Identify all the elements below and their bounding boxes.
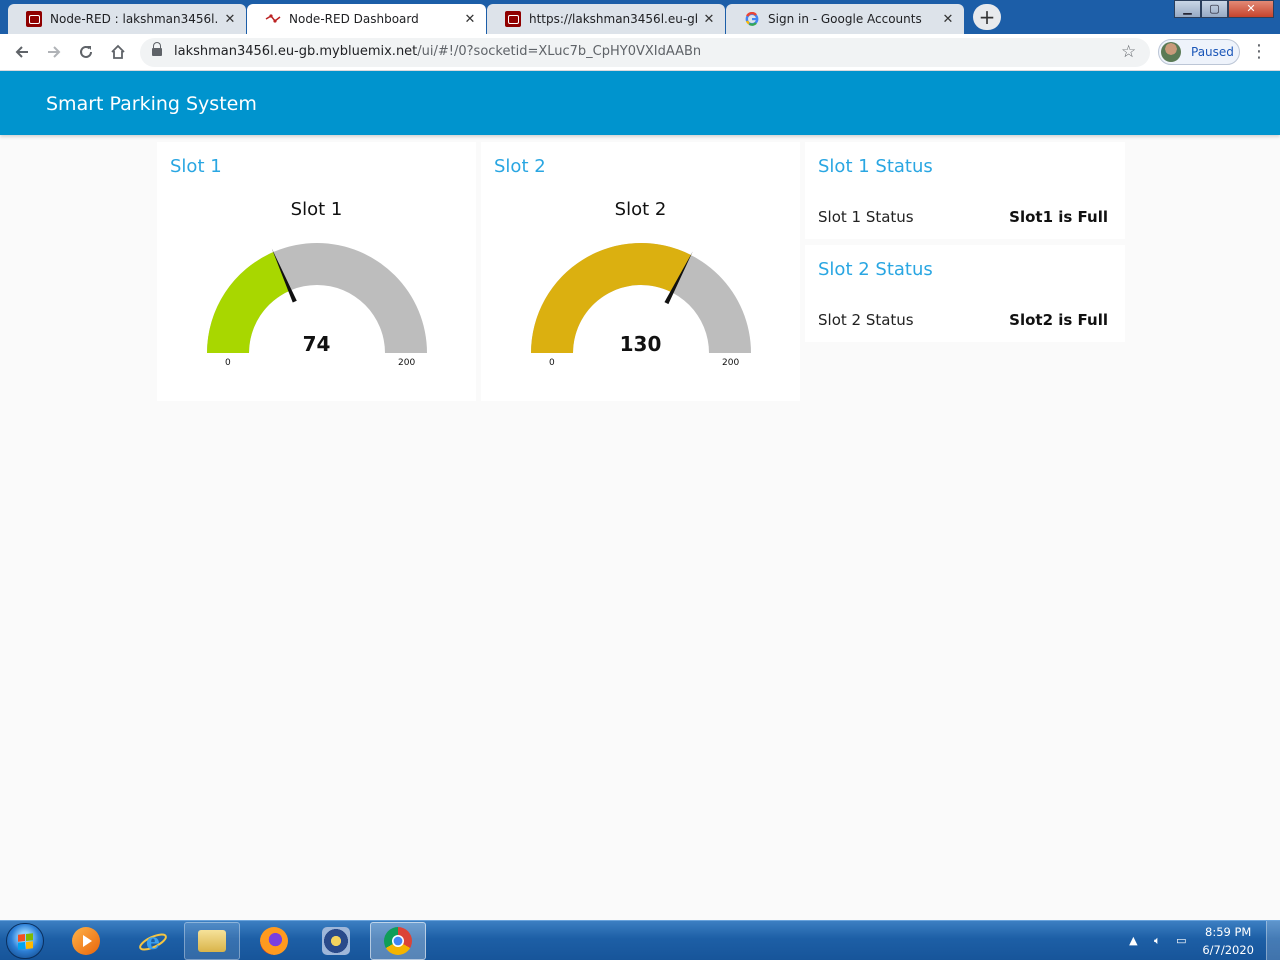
url-host: lakshman3456l.eu-gb.mybluemix.net bbox=[174, 44, 418, 59]
profile-button[interactable]: Paused bbox=[1158, 39, 1240, 65]
browser-tab-node-red-editor[interactable]: Node-RED : lakshman3456l.eu-gb ✕ bbox=[8, 4, 246, 34]
network-icon[interactable]: ▭ bbox=[1174, 934, 1188, 948]
taskbar-media-center[interactable] bbox=[308, 922, 364, 960]
gauge-min-label: 0 bbox=[549, 358, 555, 368]
gauge-card-slot-1: Slot 1 Slot 1 74 0 200 bbox=[157, 142, 476, 401]
clock-date: 6/7/2020 bbox=[1202, 943, 1254, 957]
taskbar-file-explorer[interactable] bbox=[184, 922, 240, 960]
gauge-max-label: 200 bbox=[722, 358, 740, 368]
close-window-button[interactable]: ✕ bbox=[1228, 0, 1274, 18]
browser-tab-strip: Node-RED : lakshman3456l.eu-gb ✕ Node-RE… bbox=[0, 0, 1280, 34]
maximize-window-button[interactable]: ▢ bbox=[1201, 0, 1228, 18]
back-arrow-icon bbox=[15, 46, 28, 58]
system-clock[interactable]: 8:59 PM 6/7/2020 bbox=[1202, 923, 1254, 959]
forward-button[interactable] bbox=[42, 40, 66, 64]
browser-tab-node-red-url[interactable]: https://lakshman3456l.eu-gb.myb ✕ bbox=[487, 4, 725, 34]
volume-icon[interactable]: 🔈︎ bbox=[1150, 934, 1164, 948]
avatar bbox=[1161, 42, 1181, 62]
taskbar-chrome[interactable] bbox=[370, 922, 426, 960]
start-button[interactable] bbox=[6, 923, 44, 959]
media-center-icon bbox=[322, 927, 350, 955]
tab-title: Node-RED Dashboard bbox=[289, 12, 419, 26]
tab-title: Sign in - Google Accounts bbox=[768, 12, 922, 26]
clock-time: 8:59 PM bbox=[1205, 925, 1252, 939]
taskbar-firefox[interactable] bbox=[246, 922, 302, 960]
status-value: Slot2 is Full bbox=[1009, 311, 1108, 329]
close-tab-icon[interactable]: ✕ bbox=[462, 12, 478, 27]
close-tab-icon[interactable]: ✕ bbox=[222, 12, 238, 27]
node-red-icon bbox=[505, 11, 521, 27]
profile-status: Paused bbox=[1191, 45, 1234, 59]
status-card-slot-2: Slot 2 Status Slot 2 Status Slot2 is Ful… bbox=[805, 245, 1125, 342]
firefox-icon bbox=[260, 927, 288, 955]
tab-title: Node-RED : lakshman3456l.eu-gb bbox=[50, 12, 218, 26]
taskbar-media-player[interactable] bbox=[58, 922, 114, 960]
close-tab-icon[interactable]: ✕ bbox=[940, 12, 956, 27]
gauge-min-label: 0 bbox=[225, 358, 231, 368]
status-card-slot-1: Slot 1 Status Slot 1 Status Slot1 is Ful… bbox=[805, 142, 1125, 239]
browser-toolbar: lakshman3456l.eu-gb.mybluemix.net/ui/#!/… bbox=[0, 34, 1280, 71]
status-label: Slot 2 Status bbox=[818, 311, 914, 329]
google-icon bbox=[744, 11, 760, 27]
page-title: Smart Parking System bbox=[46, 93, 257, 115]
file-explorer-icon bbox=[198, 930, 226, 952]
minimize-window-button[interactable]: ▁ bbox=[1174, 0, 1201, 18]
browser-tab-dashboard[interactable]: Node-RED Dashboard ✕ bbox=[247, 4, 486, 34]
lock-icon bbox=[152, 42, 162, 58]
gauge-card-slot-2: Slot 2 Slot 2 130 0 200 bbox=[481, 142, 800, 401]
group-title: Slot 1 Status bbox=[818, 156, 933, 177]
back-button[interactable] bbox=[10, 40, 34, 64]
window-controls: ▁ ▢ ✕ bbox=[1174, 0, 1274, 18]
forward-arrow-icon bbox=[48, 46, 61, 58]
internet-explorer-icon: e bbox=[138, 927, 167, 955]
gauge-max-label: 200 bbox=[398, 358, 416, 368]
reload-button[interactable] bbox=[74, 40, 98, 64]
windows-media-player-icon bbox=[72, 927, 100, 955]
browser-tab-google-signin[interactable]: Sign in - Google Accounts ✕ bbox=[726, 4, 964, 34]
bookmark-star-icon[interactable]: ☆ bbox=[1121, 42, 1136, 62]
windows-logo-icon bbox=[18, 933, 33, 950]
new-tab-button[interactable]: + bbox=[973, 4, 1001, 30]
node-red-icon bbox=[26, 11, 42, 27]
taskbar-internet-explorer[interactable]: e bbox=[124, 922, 180, 960]
home-icon bbox=[111, 44, 125, 59]
svg-text:e: e bbox=[146, 929, 160, 955]
dashboard-header: Smart Parking System bbox=[0, 71, 1280, 135]
windows-taskbar: e ▲ 🔈︎ ▭ 8:59 PM 6/7/2020 bbox=[0, 920, 1280, 960]
tab-title: https://lakshman3456l.eu-gb.myb bbox=[529, 12, 697, 26]
system-tray: ▲ 🔈︎ ▭ 8:59 PM 6/7/2020 bbox=[1126, 921, 1254, 960]
browser-menu-icon[interactable]: ⋮ bbox=[1250, 41, 1268, 63]
gauge-slot-2 bbox=[531, 243, 751, 353]
gauge-value: 74 bbox=[302, 332, 331, 356]
close-tab-icon[interactable]: ✕ bbox=[701, 12, 717, 27]
url-text: lakshman3456l.eu-gb.mybluemix.net/ui/#!/… bbox=[174, 44, 701, 59]
node-red-dashboard-icon bbox=[265, 11, 281, 27]
address-bar[interactable]: lakshman3456l.eu-gb.mybluemix.net/ui/#!/… bbox=[140, 38, 1150, 67]
gauge-value: 130 bbox=[619, 332, 662, 356]
status-label: Slot 1 Status bbox=[818, 208, 914, 226]
show-hidden-icons-icon[interactable]: ▲ bbox=[1126, 934, 1140, 948]
chrome-icon bbox=[384, 927, 412, 955]
group-title: Slot 2 Status bbox=[818, 259, 933, 280]
show-desktop-button[interactable] bbox=[1266, 921, 1280, 960]
gauge-slot-1 bbox=[207, 243, 427, 353]
status-value: Slot1 is Full bbox=[1009, 208, 1108, 226]
url-path: /ui/#!/0?socketid=XLuc7b_CpHY0VXIdAABn bbox=[417, 44, 702, 59]
home-button[interactable] bbox=[106, 40, 130, 64]
reload-icon bbox=[80, 45, 92, 58]
